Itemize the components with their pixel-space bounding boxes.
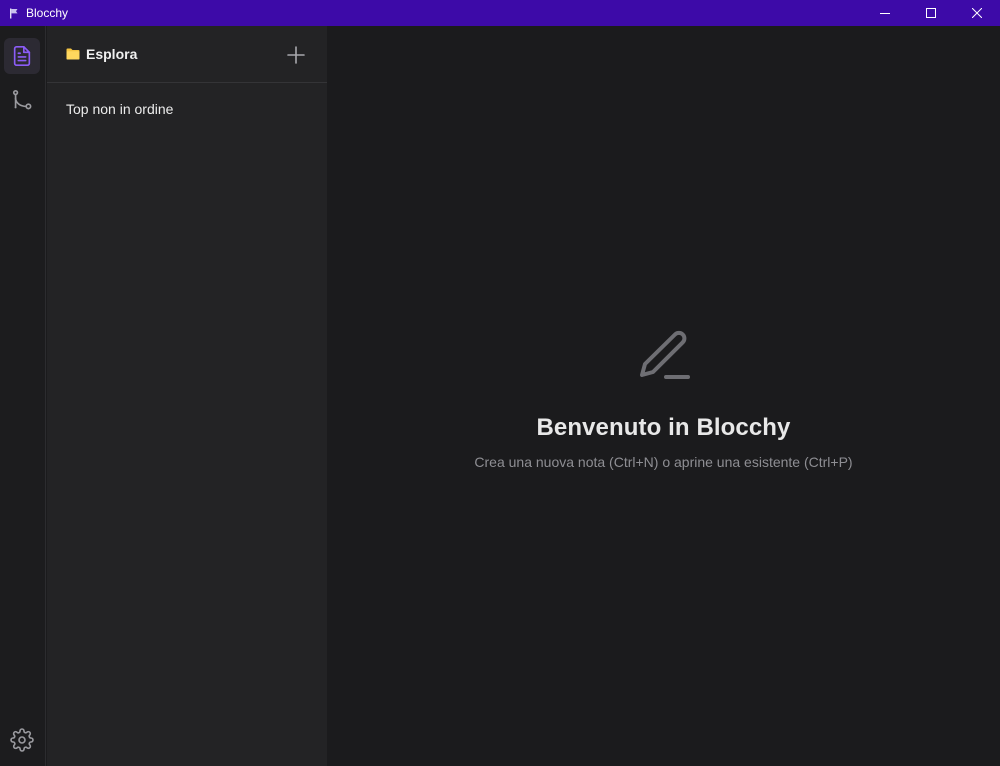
explorer-header: Esplora xyxy=(47,26,327,83)
welcome-screen: Benvenuto in Blocchy Crea una nuova nota… xyxy=(327,328,1000,470)
close-button[interactable] xyxy=(954,0,1000,26)
minimize-icon xyxy=(880,13,890,14)
explorer-panel: Esplora Top non in ordine xyxy=(47,26,327,766)
welcome-title: Benvenuto in Blocchy xyxy=(536,414,791,441)
minimize-button[interactable] xyxy=(862,0,908,26)
notes-button[interactable] xyxy=(4,38,40,74)
app-logo-icon xyxy=(9,8,19,19)
note-list-item[interactable]: Top non in ordine xyxy=(47,99,327,119)
graph-button[interactable] xyxy=(4,82,40,118)
document-icon xyxy=(13,46,31,66)
explorer-title: Esplora xyxy=(86,46,138,62)
window-title: Blocchy xyxy=(26,6,69,20)
close-icon xyxy=(972,8,982,18)
maximize-icon xyxy=(926,8,936,18)
settings-button[interactable] xyxy=(4,722,40,758)
gear-icon xyxy=(10,728,34,752)
plus-icon xyxy=(287,46,305,64)
welcome-subtitle: Crea una nuova nota (Ctrl+N) o aprine un… xyxy=(474,454,853,470)
folder-icon xyxy=(66,48,80,60)
git-branch-icon xyxy=(12,90,32,110)
main-editor-area: Benvenuto in Blocchy Crea una nuova nota… xyxy=(327,26,1000,766)
add-note-button[interactable] xyxy=(285,44,307,66)
pencil-icon xyxy=(639,330,690,379)
activity-bar xyxy=(0,26,46,766)
title-bar[interactable]: Blocchy xyxy=(0,0,1000,26)
maximize-button[interactable] xyxy=(908,0,954,26)
